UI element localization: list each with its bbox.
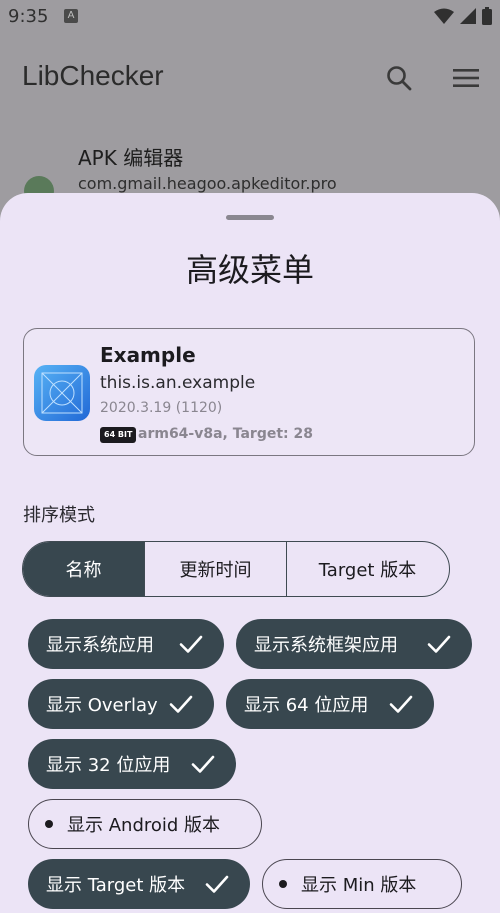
- check-icon: [191, 755, 215, 773]
- chip-label: 显示 Target 版本: [46, 875, 186, 896]
- sort-mode-label: 排序模式: [23, 505, 95, 526]
- status-bar: 9:35 A: [0, 0, 500, 34]
- chip-label: 显示系统应用: [46, 635, 154, 656]
- app-list-item-package: com.gmail.heagoo.apkeditor.pro: [78, 174, 337, 193]
- chip-label: 显示 Overlay: [46, 695, 158, 716]
- filter-chip-android-version[interactable]: 显示 Android 版本: [28, 799, 262, 849]
- chip-label: 显示系统框架应用: [254, 635, 398, 656]
- abi-badge: 64 BIT: [100, 427, 137, 443]
- example-app-version: 2020.3.19 (1120): [100, 400, 223, 416]
- filter-chip-system-framework-apps[interactable]: 显示系统框架应用: [236, 619, 472, 669]
- advanced-menu-sheet: 高级菜单 Example this.is.an.example 2020.3.1…: [0, 193, 500, 913]
- signal-icon: [460, 8, 476, 24]
- example-app-name: Example: [100, 343, 196, 367]
- example-app-package: this.is.an.example: [100, 373, 256, 393]
- app-bar: LibChecker: [0, 50, 500, 110]
- chip-label: 显示 32 位应用: [46, 755, 171, 776]
- notification-icon: A: [64, 9, 78, 23]
- app-list-item[interactable]: APK 编辑器 com.gmail.heagoo.apkeditor.pro: [0, 138, 500, 206]
- abi-info: arm64-v8a, Target: 28: [138, 426, 313, 442]
- status-time: 9:35: [8, 6, 49, 27]
- filter-chip-32bit-apps[interactable]: 显示 32 位应用: [28, 739, 236, 789]
- app-list-item-title: APK 编辑器: [78, 146, 184, 170]
- chip-label: 显示 64 位应用: [244, 695, 369, 716]
- filter-chip-64bit-apps[interactable]: 显示 64 位应用: [226, 679, 434, 729]
- check-icon: [169, 695, 193, 713]
- example-app-icon: [34, 365, 90, 421]
- check-icon: [205, 875, 229, 893]
- filter-chip-target-version[interactable]: 显示 Target 版本: [28, 859, 250, 909]
- sort-by-update-time-button[interactable]: 更新时间: [144, 542, 286, 596]
- sort-by-name-button[interactable]: 名称: [23, 542, 144, 596]
- filter-chip-system-apps[interactable]: 显示系统应用: [28, 619, 224, 669]
- unchecked-dot-icon: [279, 880, 287, 888]
- unchecked-dot-icon: [45, 820, 53, 828]
- search-icon[interactable]: [386, 65, 412, 91]
- sheet-title: 高级菜单: [185, 251, 314, 289]
- wifi-icon: [434, 8, 454, 24]
- app-title: LibChecker: [22, 60, 164, 91]
- drag-handle[interactable]: [226, 215, 274, 220]
- check-icon: [427, 635, 451, 653]
- status-icons: [434, 7, 492, 25]
- check-icon: [179, 635, 203, 653]
- sort-by-target-version-button[interactable]: Target 版本: [286, 542, 448, 596]
- filter-chip-min-version[interactable]: 显示 Min 版本: [262, 859, 462, 909]
- filter-chip-overlay[interactable]: 显示 Overlay: [28, 679, 214, 729]
- battery-icon: [482, 7, 492, 25]
- menu-icon[interactable]: [452, 67, 480, 89]
- check-icon: [389, 695, 413, 713]
- chip-label: 显示 Android 版本: [67, 815, 221, 836]
- chip-label: 显示 Min 版本: [301, 875, 417, 896]
- sort-mode-toggle: 名称 更新时间 Target 版本: [22, 541, 450, 597]
- example-app-card: Example this.is.an.example 2020.3.19 (11…: [23, 328, 475, 456]
